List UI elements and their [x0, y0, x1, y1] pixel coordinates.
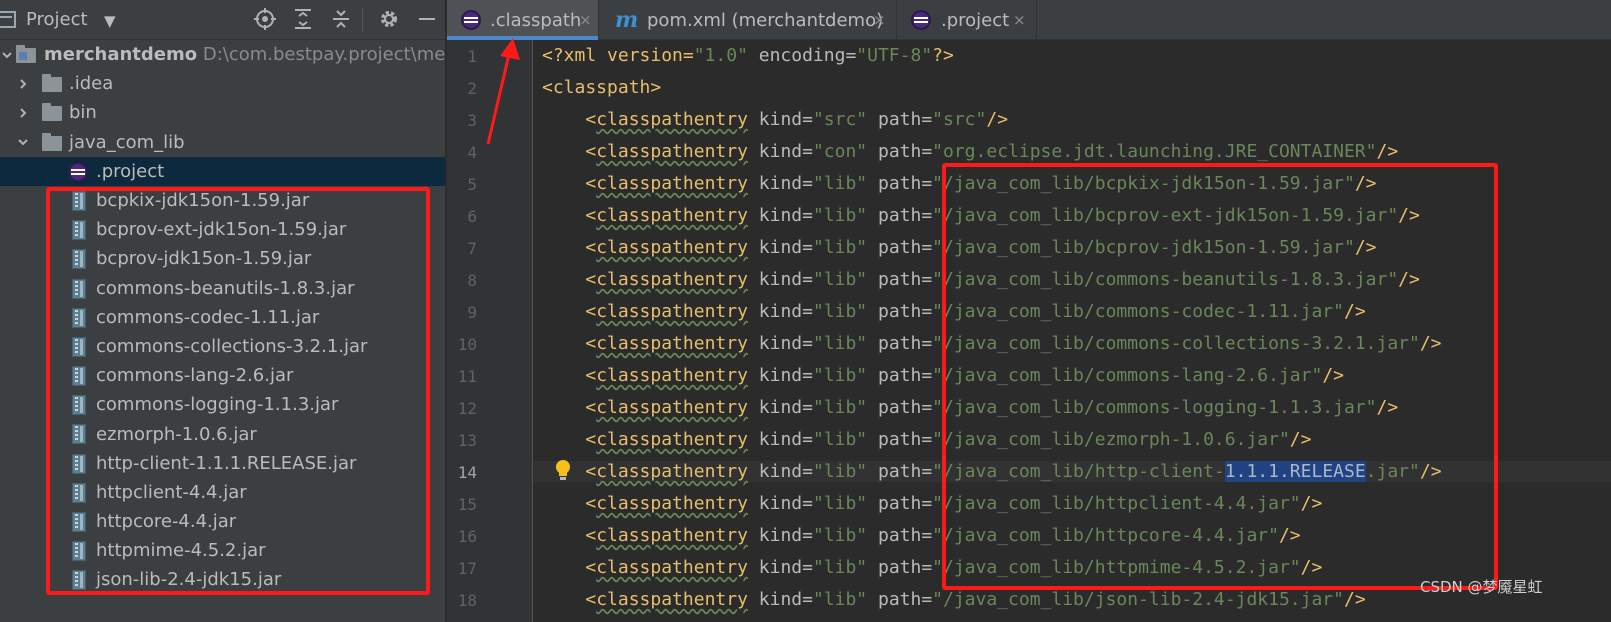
code-line-classpathentry: <classpathentry kind="lib" path="/java_c…: [585, 589, 1366, 610]
code-line-classpathentry: <classpathentry kind="src" path="src"/>: [585, 109, 1009, 130]
annotation-box-lib-paths: [942, 163, 1498, 590]
locate-file-icon[interactable]: [250, 4, 280, 34]
line-number: 6: [467, 207, 477, 226]
tab-pom-xml[interactable]: m pom.xml (merchantdemo) ×: [599, 0, 897, 40]
eclipse-file-icon: [68, 161, 88, 182]
line-number: 7: [467, 239, 477, 258]
project-panel-header: Project ▼: [0, 0, 445, 40]
close-icon[interactable]: ×: [873, 11, 886, 29]
line-number-current: 14: [457, 463, 477, 482]
line-number: 8: [467, 271, 477, 290]
expand-all-icon[interactable]: [288, 4, 318, 34]
tree-item-merchantdemo[interactable]: merchantdemo D:\com.bestpay.project\merc…: [0, 40, 445, 69]
line-number: 5: [467, 175, 477, 194]
folder-icon: [42, 103, 62, 122]
line-number: 18: [457, 591, 477, 610]
chevron-right-icon[interactable]: [16, 77, 30, 91]
line-number: 11: [457, 367, 477, 386]
tree-item-label: java_com_lib: [69, 131, 185, 153]
module-folder-icon: [16, 45, 36, 63]
annotation-arrow: [486, 38, 520, 145]
chevron-right-icon[interactable]: [16, 106, 30, 120]
code-line-classpathentry: <classpathentry kind="con" path="org.ecl…: [585, 141, 1399, 162]
tree-item-label: merchantdemo: [44, 44, 198, 66]
folder-icon: [42, 132, 62, 151]
tree-item-label: bin: [69, 102, 97, 124]
close-icon[interactable]: ×: [1013, 11, 1026, 29]
tree-item-java-com-lib[interactable]: java_com_lib: [0, 128, 445, 157]
eclipse-file-icon: [461, 10, 481, 30]
tab-project[interactable]: .project ×: [897, 0, 1037, 40]
tab-label: pom.xml (merchantdemo): [647, 9, 884, 31]
collapse-all-icon[interactable]: [326, 4, 356, 34]
line-number: 17: [457, 559, 477, 578]
module-path: D:\com.bestpay.project\merchantdemo: [202, 44, 445, 66]
view-dropdown-icon[interactable]: ▼: [104, 12, 116, 30]
lightbulb-icon[interactable]: [554, 459, 572, 485]
close-icon[interactable]: ×: [579, 11, 592, 29]
annotation-box-jar-list: [46, 187, 430, 595]
tree-item-idea[interactable]: .idea: [0, 69, 445, 98]
tree-item-project-file[interactable]: .project: [0, 156, 445, 186]
maven-icon: m: [615, 7, 639, 33]
chevron-down-icon[interactable]: [0, 48, 14, 62]
line-number: 13: [457, 431, 477, 450]
tree-item-label: .project: [96, 160, 165, 182]
tree-item-bin[interactable]: bin: [0, 98, 445, 127]
line-number: 10: [457, 335, 477, 354]
chevron-down-icon[interactable]: [16, 135, 30, 149]
line-number: 9: [467, 303, 477, 322]
project-view-icon[interactable]: [0, 11, 16, 28]
line-number: 12: [457, 399, 477, 418]
code-line-classpath-open: <classpath>: [542, 77, 662, 98]
folder-icon: [42, 74, 62, 93]
eclipse-file-icon: [911, 10, 931, 30]
watermark: CSDN @梦魇星虹: [1420, 578, 1543, 596]
gear-icon[interactable]: [374, 4, 404, 34]
tab-label: .classpath: [490, 9, 582, 31]
tab-label: .project: [941, 9, 1010, 31]
header-separator: [362, 8, 363, 32]
line-number: 15: [457, 495, 477, 514]
line-number: 16: [457, 527, 477, 546]
code-line-xml-declaration: <?xml version="1.0" encoding="UTF-8"?>: [542, 45, 954, 66]
tree-item-label: .idea: [69, 73, 114, 95]
hide-panel-icon[interactable]: [412, 4, 442, 34]
project-panel-title: Project: [26, 9, 88, 30]
editor-tab-bar: .classpath × m pom.xml (merchantdemo) × …: [447, 0, 1611, 40]
